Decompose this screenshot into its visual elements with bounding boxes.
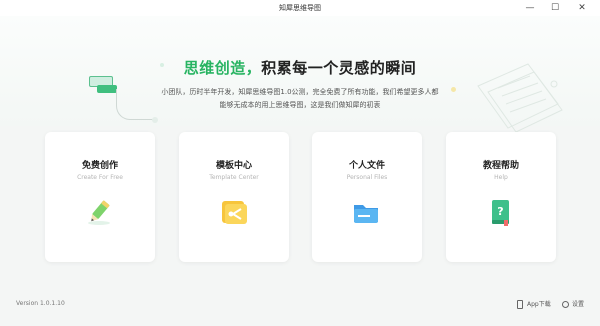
card-help[interactable]: 教程帮助 Help ? (446, 132, 556, 262)
card-title: 个人文件 (348, 161, 385, 171)
maximize-button[interactable]: ☐ (545, 0, 565, 16)
card-title: 模板中心 (215, 161, 252, 171)
svg-text:?: ? (497, 205, 503, 218)
card-title: 教程帮助 (482, 161, 519, 171)
card-template-center[interactable]: 模板中心 Template Center (179, 132, 289, 262)
decorative-dot (152, 117, 158, 123)
card-subtitle: Help (494, 174, 508, 181)
help-book-icon: ? (492, 200, 509, 226)
headline-main: 积累每一个灵感的瞬间 (261, 59, 417, 77)
settings-label: 设置 (572, 301, 585, 308)
headline: 思维创造，积累每一个灵感的瞬间 (0, 57, 600, 78)
pencil-icon (88, 200, 110, 225)
minimize-button[interactable]: — (520, 0, 540, 16)
app-download-link[interactable]: App下载 (517, 299, 551, 309)
version-label: Version 1.0.1.10 (16, 300, 65, 307)
card-subtitle: Template Center (209, 174, 259, 181)
settings-link[interactable]: 设置 (562, 299, 584, 308)
close-button[interactable]: ✕ (572, 0, 592, 16)
gear-icon (562, 301, 569, 308)
hero-description: 小团队，历时半年开发，知犀思维导图1.0公测，完全免费了所有功能，我们希望更多人… (161, 88, 439, 109)
decorative-node-icon (97, 85, 117, 93)
app-download-label: App下载 (527, 301, 551, 308)
window-title: 知犀思维导图 (279, 4, 321, 12)
headline-accent: 思维创造， (183, 59, 262, 77)
card-create-for-free[interactable]: 免费创作 Create For Free (45, 132, 155, 262)
card-personal-files[interactable]: 个人文件 Personal Files (312, 132, 422, 262)
title-bar: 知犀思维导图 — ☐ ✕ (0, 0, 600, 17)
card-subtitle: Create For Free (77, 174, 123, 181)
hero-section: 思维创造，积累每一个灵感的瞬间 小团队，历时半年开发，知犀思维导图1.0公测，完… (0, 16, 600, 133)
folder-icon (354, 205, 378, 223)
card-title: 免费创作 (81, 161, 118, 171)
decorative-dot (451, 87, 456, 92)
card-subtitle: Personal Files (346, 174, 388, 181)
phone-icon (517, 300, 523, 309)
decorative-connector (116, 89, 157, 120)
template-icon (222, 201, 247, 224)
